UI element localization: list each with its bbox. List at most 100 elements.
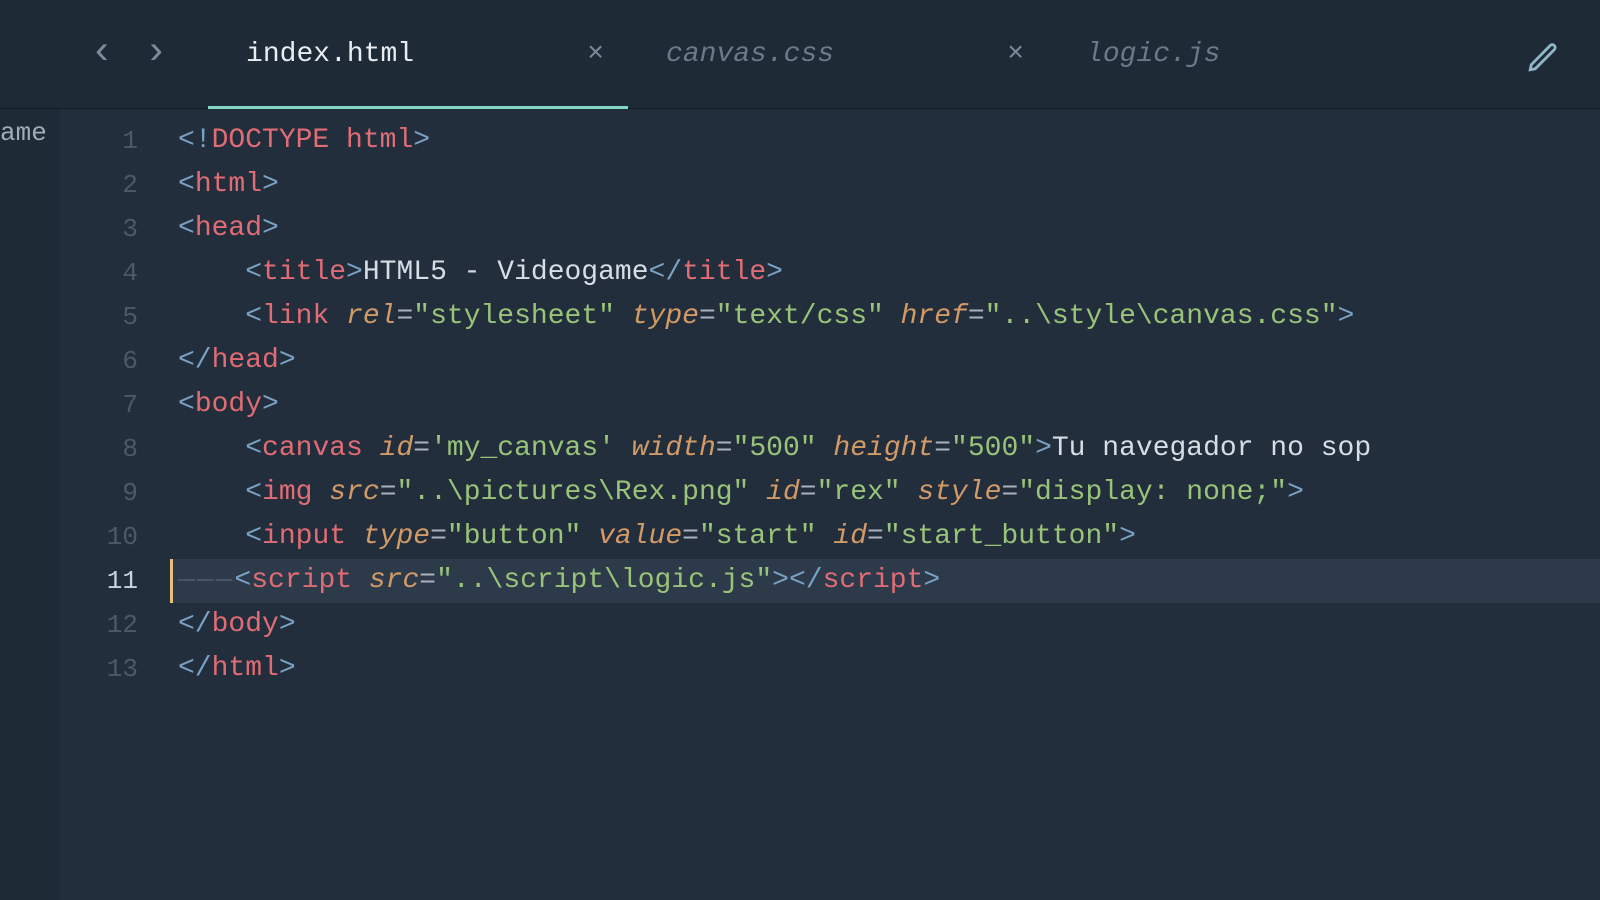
tabs-container: index.html×canvas.css×logic.js×	[208, 0, 1468, 108]
indent-guide: ———	[178, 565, 234, 596]
token-brkt: <	[245, 257, 262, 288]
token-brkt: </	[178, 345, 212, 376]
close-icon[interactable]: ×	[1007, 39, 1024, 70]
token-str: "..\style\canvas.css"	[985, 301, 1338, 332]
token-brkt: <	[178, 213, 195, 244]
token-punc	[817, 433, 834, 464]
tab-index-html[interactable]: index.html×	[208, 0, 628, 108]
code-line[interactable]: <body>	[170, 383, 1600, 427]
token-punc: =	[682, 521, 699, 552]
code-editor[interactable]: 12345678910111213 <!DOCTYPE html><html><…	[60, 109, 1600, 900]
token-punc: =	[800, 477, 817, 508]
token-str: "button"	[447, 521, 581, 552]
token-brkt: >	[766, 257, 783, 288]
token-brkt: <	[245, 477, 262, 508]
pencil-icon[interactable]	[1526, 40, 1560, 79]
code-line[interactable]: <title>HTML5 - Videogame</title>	[170, 251, 1600, 295]
token-punc	[749, 477, 766, 508]
code-line[interactable]: </body>	[170, 603, 1600, 647]
code-line[interactable]: <img src="..\pictures\Rex.png" id="rex" …	[170, 471, 1600, 515]
token-tagn: input	[262, 521, 346, 552]
tab-label: canvas.css	[666, 39, 834, 70]
token-str: "rex"	[817, 477, 901, 508]
token-str: "start"	[699, 521, 817, 552]
line-number-gutter: 12345678910111213	[60, 109, 170, 900]
token-tagn: canvas	[262, 433, 363, 464]
line-number: 13	[60, 647, 170, 691]
code-line[interactable]: <!DOCTYPE html>	[170, 119, 1600, 163]
token-brkt: >	[1287, 477, 1304, 508]
code-area[interactable]: <!DOCTYPE html><html><head> <title>HTML5…	[170, 109, 1600, 900]
token-str: "text/css"	[716, 301, 884, 332]
line-number: 6	[60, 339, 170, 383]
code-line[interactable]: </html>	[170, 647, 1600, 691]
token-brkt: >	[262, 213, 279, 244]
token-punc	[615, 433, 632, 464]
token-attr: style	[917, 477, 1001, 508]
token-brkt: </	[178, 653, 212, 684]
token-attr: value	[598, 521, 682, 552]
token-brkt: >	[772, 565, 789, 596]
token-brkt: >	[1338, 301, 1355, 332]
token-punc	[817, 521, 834, 552]
token-punc: =	[419, 565, 436, 596]
code-line[interactable]: <link rel="stylesheet" type="text/css" h…	[170, 295, 1600, 339]
code-line[interactable]: ———<script src="..\script\logic.js"></sc…	[170, 559, 1600, 603]
token-punc	[352, 565, 369, 596]
token-brkt: </	[178, 609, 212, 640]
line-number: 7	[60, 383, 170, 427]
code-line[interactable]: <input type="button" value="start" id="s…	[170, 515, 1600, 559]
token-brkt: </	[789, 565, 823, 596]
token-punc	[346, 521, 363, 552]
close-icon[interactable]: ×	[587, 39, 604, 70]
line-number: 12	[60, 603, 170, 647]
indent-guide	[178, 301, 245, 332]
line-number: 1	[60, 119, 170, 163]
nav-forward-button[interactable]: ›	[144, 34, 168, 74]
token-tagn: link	[262, 301, 329, 332]
line-number: 3	[60, 207, 170, 251]
code-line[interactable]: <canvas id='my_canvas' width="500" heigh…	[170, 427, 1600, 471]
token-punc: =	[968, 301, 985, 332]
token-punc	[615, 301, 632, 332]
tab-logic-js[interactable]: logic.js×	[1048, 0, 1468, 108]
token-brkt: <	[234, 565, 251, 596]
tab-canvas-css[interactable]: canvas.css ×	[628, 0, 1048, 108]
token-brkt: >	[262, 389, 279, 420]
tab-label: logic.js	[1086, 39, 1220, 70]
token-punc: =	[396, 301, 413, 332]
token-attr: href	[901, 301, 968, 332]
token-brkt: >	[346, 257, 363, 288]
token-brkt: <	[245, 433, 262, 464]
token-brkt: </	[649, 257, 683, 288]
line-number: 8	[60, 427, 170, 471]
token-tagn: DOCTYPE html	[212, 125, 414, 156]
token-brkt: <	[178, 389, 195, 420]
indent-guide	[178, 433, 245, 464]
code-line[interactable]: </head>	[170, 339, 1600, 383]
line-number: 9	[60, 471, 170, 515]
token-brkt: >	[279, 653, 296, 684]
token-attr: type	[363, 521, 430, 552]
token-attr: type	[632, 301, 699, 332]
tab-bar: ‹ › index.html×canvas.css×logic.js×	[0, 0, 1600, 108]
token-punc	[884, 301, 901, 332]
token-str: "..\pictures\Rex.png"	[397, 477, 750, 508]
token-punc	[581, 521, 598, 552]
code-line[interactable]: <html>	[170, 163, 1600, 207]
nav-back-button[interactable]: ‹	[90, 34, 114, 74]
token-punc: =	[430, 521, 447, 552]
token-attr: src	[329, 477, 379, 508]
token-brkt: >	[279, 609, 296, 640]
code-line[interactable]: <head>	[170, 207, 1600, 251]
token-str: "..\script\logic.js"	[436, 565, 772, 596]
token-brkt: >	[279, 345, 296, 376]
token-attr: id	[766, 477, 800, 508]
indent-guide	[178, 477, 245, 508]
token-punc	[329, 301, 346, 332]
line-number: 5	[60, 295, 170, 339]
token-brkt: <	[245, 521, 262, 552]
token-tagn: img	[262, 477, 312, 508]
token-punc: =	[867, 521, 884, 552]
token-tagn: script	[823, 565, 924, 596]
